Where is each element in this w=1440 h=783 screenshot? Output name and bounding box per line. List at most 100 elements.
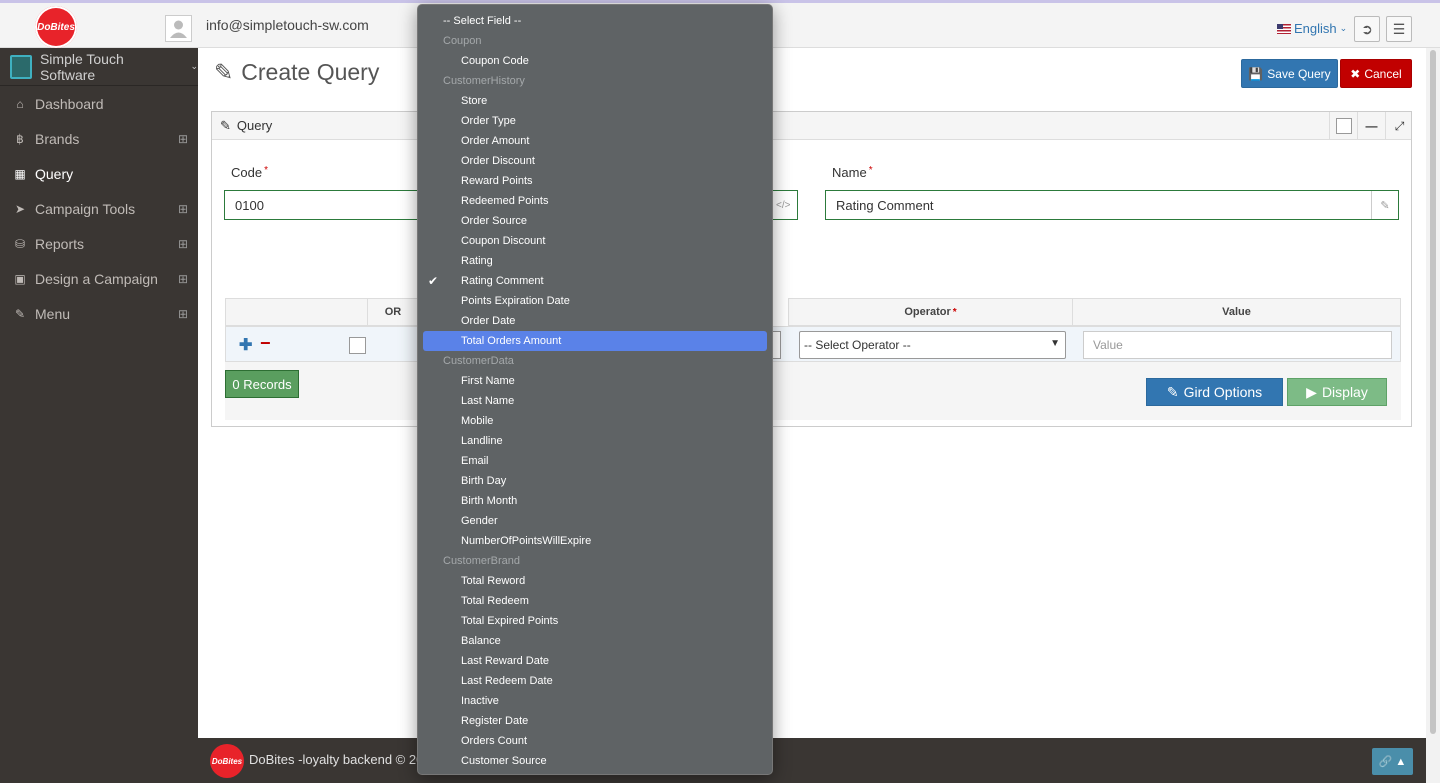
sidebar-item-label: Reports — [35, 235, 85, 252]
sidebar-item-brands[interactable]: ฿ Brands ⊞ — [0, 121, 198, 156]
widget-collapse-button[interactable]: — — [1357, 112, 1385, 140]
dropdown-option[interactable]: Order Source — [423, 211, 767, 231]
display-button[interactable]: ▶ Display — [1287, 378, 1387, 406]
dropdown-option[interactable]: Gender — [423, 511, 767, 531]
expand-icon: ⊞ — [177, 306, 188, 321]
dropdown-group-label: CustomerBrand — [443, 555, 521, 567]
language-label: English — [1294, 21, 1337, 36]
dobites-logo[interactable]: DoBites — [35, 6, 77, 48]
dropdown-option-label: Redeemed Points — [461, 195, 549, 207]
field-select-dropdown[interactable]: -- Select Field -- Coupon Coupon Code Cust… — [417, 4, 773, 775]
code-field-addon[interactable]: </> — [770, 190, 798, 220]
user-avatar-icon[interactable] — [165, 15, 192, 42]
language-selector[interactable]: English ⌄ — [1277, 21, 1347, 36]
sidebar-item-dashboard[interactable]: ⌂ Dashboard — [0, 86, 198, 121]
dropdown-option[interactable]: Last Name — [423, 391, 767, 411]
dropdown-option-label: Birth Day — [461, 475, 507, 487]
or-checkbox[interactable] — [349, 337, 366, 354]
edit-icon: ✎ — [1371, 191, 1398, 219]
code-field[interactable]: 0100 — [224, 190, 424, 220]
dropdown-option-label: Reward Points — [461, 175, 533, 187]
hamburger-icon: ☰ — [1392, 20, 1406, 37]
dropdown-option-label: Coupon Discount — [461, 235, 546, 247]
name-field[interactable]: Rating Comment ✎ — [825, 190, 1399, 220]
grid-header-operator: Operator * — [788, 298, 1073, 326]
bitcoin-icon: ฿ — [16, 131, 24, 146]
dropdown-option[interactable]: Balance — [423, 631, 767, 651]
save-query-button[interactable]: 💾 Save Query — [1241, 59, 1338, 88]
dropdown-option[interactable]: Total Orders Amount — [423, 331, 767, 351]
dropdown-option[interactable]: Order Amount — [423, 131, 767, 151]
dropdown-option-label: Register Date — [461, 715, 529, 727]
logout-button[interactable]: ➲ — [1354, 16, 1380, 42]
query-widget: ✎ Query — ⤢ Code * 0100 </> Name * Rating … — [211, 111, 1412, 427]
dropdown-option[interactable]: Redeemed Points — [423, 191, 767, 211]
sidebar-item-menu[interactable]: ✎ Menu ⊞ — [0, 296, 198, 331]
dropdown-option[interactable]: Store — [423, 91, 767, 111]
dropdown-option[interactable]: Orders Count — [423, 731, 767, 751]
dropdown-option[interactable]: Mobile — [423, 411, 767, 431]
dropdown-option[interactable]: Order Discount — [423, 151, 767, 171]
dropdown-option[interactable]: Last Redeem Date — [423, 671, 767, 691]
dropdown-option[interactable]: Total Reword — [423, 571, 767, 591]
dropdown-option[interactable]: Email — [423, 451, 767, 471]
dropdown-option[interactable]: Register Date — [423, 711, 767, 731]
org-selector[interactable]: Simple Touch Software ⌄ — [0, 48, 198, 86]
dropdown-option[interactable]: Order Date — [423, 311, 767, 331]
sidebar-item-label: Campaign Tools — [35, 200, 136, 217]
add-row-icon[interactable]: ✚ — [239, 335, 252, 355]
grid-header-operator-text: Operator — [904, 306, 951, 318]
widget-toggle-button[interactable] — [1329, 112, 1357, 140]
dropdown-option[interactable]: Inactive — [423, 691, 767, 711]
sidebar-item-label: Brands — [35, 130, 80, 147]
org-logo-icon — [10, 54, 32, 79]
footer-shortcut-button[interactable]: 🔗 ▲ — [1372, 748, 1413, 775]
dropdown-option-label: Order Amount — [461, 135, 530, 147]
value-input[interactable]: Value — [1083, 331, 1392, 359]
sidebar-item-campaign-tools[interactable]: ➤ Campaign Tools ⊞ — [0, 191, 198, 226]
dropdown-option-label: Order Type — [461, 115, 516, 127]
sidebar-item-query[interactable]: ▦ Query — [0, 156, 198, 191]
scrollbar-thumb[interactable] — [1430, 50, 1436, 734]
dropdown-option[interactable]: Total Redeem — [423, 591, 767, 611]
footer-text: DoBites -loyalty backend © 202 — [249, 752, 431, 767]
grid-options-button[interactable]: ✎ Gird Options — [1146, 378, 1283, 406]
dropdown-option-select-field[interactable]: -- Select Field -- — [423, 11, 767, 31]
records-badge[interactable]: 0 Records — [225, 370, 299, 398]
dropdown-option-label: Birth Month — [461, 495, 518, 507]
name-value: Rating Comment — [836, 197, 934, 213]
dropdown-option-label: Rating Comment — [461, 275, 544, 287]
page-scrollbar[interactable] — [1426, 48, 1440, 783]
dropdown-option[interactable]: ✔ Rating Comment — [423, 271, 767, 291]
minus-icon: — — [1365, 119, 1378, 133]
dropdown-option[interactable]: Total Expired Points — [423, 611, 767, 631]
edit-icon: ✎ — [220, 117, 231, 133]
dropdown-option[interactable]: First Name — [423, 371, 767, 391]
sidebar-item-reports[interactable]: ⛁ Reports ⊞ — [0, 226, 198, 261]
dropdown-option[interactable]: Rating — [423, 251, 767, 271]
dropdown-option-label: Total Reword — [461, 575, 526, 587]
dropdown-option[interactable]: Birth Day — [423, 471, 767, 491]
cancel-button[interactable]: ✖ Cancel — [1340, 59, 1412, 88]
widget-fullscreen-button[interactable]: ⤢ — [1385, 112, 1413, 140]
dropdown-option-label: Total Redeem — [461, 595, 529, 607]
dropdown-option[interactable]: Points Expiration Date — [423, 291, 767, 311]
dropdown-option[interactable]: Reward Points — [423, 171, 767, 191]
chevron-down-icon: ⌄ — [1339, 23, 1348, 33]
dropdown-option[interactable]: Coupon Code — [423, 51, 767, 71]
menu-toggle-button[interactable]: ☰ — [1386, 16, 1412, 42]
dropdown-option[interactable]: NumberOfPointsWillExpire — [423, 531, 767, 551]
operator-select[interactable]: -- Select Operator -- ▼ — [799, 331, 1066, 359]
dropdown-option[interactable]: Order Type — [423, 111, 767, 131]
dropdown-option[interactable]: Customer Source — [423, 751, 767, 771]
dropdown-option-label: Order Source — [461, 215, 528, 227]
dropdown-option[interactable]: Landline — [423, 431, 767, 451]
dropdown-option[interactable]: Last Reward Date — [423, 651, 767, 671]
dropdown-option[interactable]: Coupon Discount — [423, 231, 767, 251]
remove-row-icon[interactable]: − — [260, 333, 271, 354]
dropdown-option-label: Last Redeem Date — [461, 675, 553, 687]
sidebar-item-design-a-campaign[interactable]: ▣ Design a Campaign ⊞ — [0, 261, 198, 296]
chevron-down-icon: ▼ — [1050, 338, 1060, 349]
dropdown-option[interactable]: Birth Month — [423, 491, 767, 511]
briefcase-icon: ▣ — [14, 271, 26, 286]
